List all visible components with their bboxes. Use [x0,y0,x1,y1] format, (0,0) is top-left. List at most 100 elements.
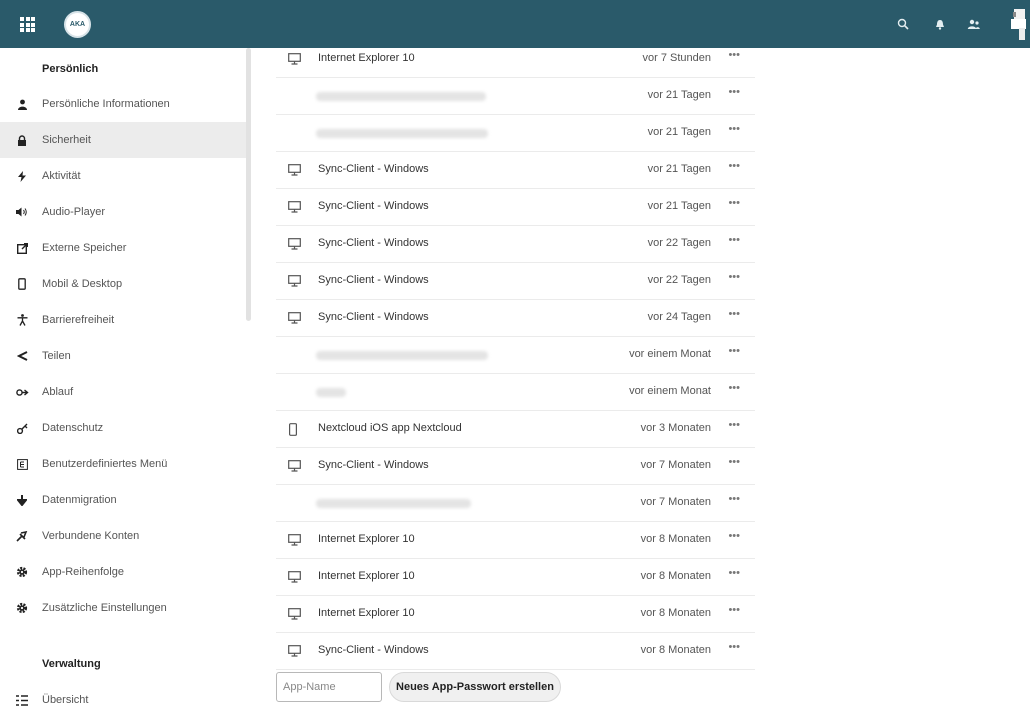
session-row[interactable]: Sync-Client - Windows vor 22 Tagen ••• [276,263,755,300]
sidebar-item-label: Externe Speicher [42,242,127,254]
sidebar-item-external-storage[interactable]: Externe Speicher [0,230,246,266]
more-actions-icon[interactable]: ••• [728,86,740,98]
sidebar-item-security[interactable]: Sicherheit [0,122,246,158]
sidebar-item-app-order[interactable]: App-Reihenfolge [0,554,246,590]
more-actions-icon[interactable]: ••• [728,345,740,357]
more-actions-icon[interactable]: ••• [728,567,740,579]
sidebar-item-label: Persönliche Informationen [42,98,170,110]
session-name: Nextcloud iOS app Nextcloud [318,422,462,434]
sidebar-item-label: Barrierefreiheit [42,314,115,326]
session-row[interactable]: Sync-Client - Windows vor 24 Tagen ••• [276,300,755,337]
sidebar-item-mobile-desktop[interactable]: Mobil & Desktop [0,266,246,302]
redacted-session-name [316,499,471,508]
sidebar-item-accessibility[interactable]: Barrierefreiheit [0,302,246,338]
session-row[interactable]: vor einem Monat ••• [276,337,755,374]
session-row[interactable]: Sync-Client - Windows vor 21 Tagen ••• [276,189,755,226]
bell-icon[interactable] [931,15,949,33]
session-last-activity: vor einem Monat [629,385,711,397]
desktop-monitor-icon [288,53,302,67]
session-row[interactable]: vor 21 Tagen ••• [276,115,755,152]
session-last-activity: vor 8 Monaten [640,607,711,619]
sidebar-item-activity[interactable]: Aktivität [0,158,246,194]
session-row[interactable]: Sync-Client - Windows vor 8 Monaten ••• [276,633,755,670]
sidebar-item-data-migration[interactable]: Datenmigration [0,482,246,518]
contacts-icon[interactable] [964,15,982,33]
user-icon [15,97,29,111]
session-last-activity: vor 8 Monaten [640,533,711,545]
desktop-monitor-icon [288,460,302,474]
session-last-activity: vor 21 Tagen [647,89,711,101]
more-actions-icon[interactable]: ••• [728,604,740,616]
more-actions-icon[interactable]: ••• [728,49,740,61]
sidebar-item-label: Sicherheit [42,134,91,146]
session-row[interactable]: Internet Explorer 10 vor 8 Monaten ••• [276,596,755,633]
sidebar-item-sharing[interactable]: Teilen [0,338,246,374]
avatar[interactable] [1005,8,1029,42]
download-arrow-icon [15,493,29,507]
session-row[interactable]: vor einem Monat ••• [276,374,755,411]
custom-menu-icon [15,457,29,471]
session-last-activity: vor 3 Monaten [640,422,711,434]
session-row[interactable]: Sync-Client - Windows vor 21 Tagen ••• [276,152,755,189]
sidebar-item-connected-accounts[interactable]: Verbundene Konten [0,518,246,554]
session-name: Sync-Client - Windows [318,237,429,249]
gear-icon [15,565,29,579]
search-icon[interactable] [894,15,912,33]
session-row[interactable]: Sync-Client - Windows vor 7 Monaten ••• [276,448,755,485]
sidebar-item-flow[interactable]: Ablauf [0,374,246,410]
sidebar-item-label: App-Reihenfolge [42,566,124,578]
phone-icon [15,277,29,291]
sidebar-item-audio-player[interactable]: Audio-Player [0,194,246,230]
session-name: Sync-Client - Windows [318,459,429,471]
session-row[interactable]: vor 21 Tagen ••• [276,78,755,115]
sidebar-item-overview[interactable]: Übersicht [0,682,246,707]
more-actions-icon[interactable]: ••• [728,419,740,431]
desktop-monitor-icon [288,534,302,548]
session-name: Internet Explorer 10 [318,570,415,582]
redacted-session-name [316,388,346,397]
more-actions-icon[interactable]: ••• [728,382,740,394]
logo-text: AKA [69,21,86,28]
sidebar-item-label: Datenschutz [42,422,104,434]
session-row[interactable]: Sync-Client - Windows vor 22 Tagen ••• [276,226,755,263]
logo[interactable]: AKA [64,11,91,38]
create-app-password-button[interactable]: Neues App-Passwort erstellen [389,672,561,702]
sidebar-item-personal-info[interactable]: Persönliche Informationen [0,86,246,122]
session-name: Sync-Client - Windows [318,311,429,323]
sidebar-item-label: Aktivität [42,170,81,182]
session-name: Sync-Client - Windows [318,163,429,175]
redacted-session-name [316,92,486,101]
app-name-input[interactable] [276,672,382,702]
session-row[interactable]: Internet Explorer 10 vor 7 Stunden ••• [276,41,755,78]
session-row[interactable]: Internet Explorer 10 vor 8 Monaten ••• [276,522,755,559]
more-actions-icon[interactable]: ••• [728,308,740,320]
more-actions-icon[interactable]: ••• [728,530,740,542]
more-actions-icon[interactable]: ••• [728,493,740,505]
more-actions-icon[interactable]: ••• [728,197,740,209]
desktop-monitor-icon [288,608,302,622]
session-row[interactable]: Nextcloud iOS app Nextcloud vor 3 Monaten… [276,411,755,448]
session-name: Sync-Client - Windows [318,644,429,656]
more-actions-icon[interactable]: ••• [728,456,740,468]
session-name: Sync-Client - Windows [318,200,429,212]
desktop-monitor-icon [288,238,302,252]
sidebar-item-privacy[interactable]: Datenschutz [0,410,246,446]
sidebar-item-label: Datenmigration [42,494,117,506]
privacy-key-icon [15,421,29,435]
more-actions-icon[interactable]: ••• [728,641,740,653]
sidebar-scrollbar[interactable] [246,48,251,321]
more-actions-icon[interactable]: ••• [728,160,740,172]
session-last-activity: vor 22 Tagen [647,274,711,286]
session-row[interactable]: Internet Explorer 10 vor 8 Monaten ••• [276,559,755,596]
more-actions-icon[interactable]: ••• [728,123,740,135]
more-actions-icon[interactable]: ••• [728,234,740,246]
sidebar-item-additional-settings[interactable]: Zusätzliche Einstellungen [0,590,246,626]
speaker-icon [15,205,29,219]
sidebar-item-custom-menu[interactable]: Benutzerdefiniertes Menü [0,446,246,482]
sidebar-item-label: Verbundene Konten [42,530,140,542]
more-actions-icon[interactable]: ••• [728,271,740,283]
flow-icon [15,385,29,399]
settings-sidebar: Persönlich Persönliche Informationen Sic… [0,48,246,707]
apps-grid-icon[interactable] [20,17,35,32]
session-row[interactable]: vor 7 Monaten ••• [276,485,755,522]
